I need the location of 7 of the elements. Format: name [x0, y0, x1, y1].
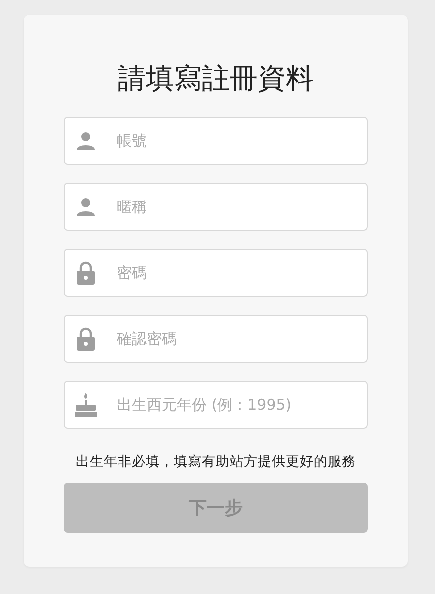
input-field[interactable]: 暱稱 — [64, 183, 368, 231]
input-field[interactable]: 密碼 — [64, 249, 368, 297]
input-field[interactable]: 出生西元年份 (例：1995) — [64, 381, 368, 429]
hint-text: 出生年非必填，填寫有助站方提供更好的服務 — [75, 453, 357, 471]
input-field[interactable]: 確認密碼 — [64, 315, 368, 363]
input-field[interactable]: 帳號 — [64, 117, 368, 165]
form-title: 請填寫註冊資料 — [117, 61, 315, 97]
